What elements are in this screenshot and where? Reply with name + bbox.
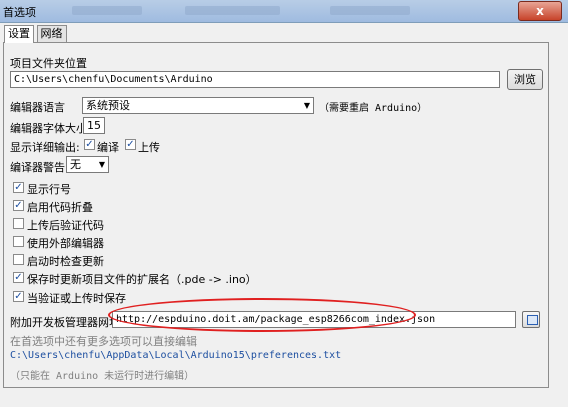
- blurred-title-region: [330, 6, 410, 15]
- verbose-compile-checkbox[interactable]: ✓: [84, 139, 95, 150]
- option-label: 保存时更新项目文件的扩展名（.pde -> .ino）: [27, 273, 257, 286]
- verbose-output-label: 显示详细输出:: [10, 141, 80, 154]
- verbose-upload-checkbox[interactable]: ✓: [125, 139, 136, 150]
- show-line-numbers-checkbox[interactable]: ✓: [13, 182, 24, 193]
- update-extension-checkbox[interactable]: ✓: [13, 272, 24, 283]
- option-label: 上传后验证代码: [27, 219, 104, 232]
- option-label: 使用外部编辑器: [27, 237, 104, 250]
- tab-network[interactable]: 网络: [36, 25, 67, 42]
- sketchbook-path-input[interactable]: C:\Users\chenfu\Documents\Arduino: [10, 71, 500, 88]
- save-on-verify-checkbox[interactable]: ✓: [13, 291, 24, 302]
- edit-hint: （只能在 Arduino 未运行时进行编辑）: [10, 371, 195, 382]
- board-manager-url-input[interactable]: http://espduino.doit.am/package_esp8266c…: [112, 311, 516, 328]
- sketchbook-location-label: 项目文件夹位置: [10, 57, 87, 70]
- editor-language-label: 编辑器语言: [10, 101, 65, 114]
- browse-button[interactable]: 浏览: [507, 69, 543, 90]
- preferences-file-path[interactable]: C:\Users\chenfu\AppData\Local\Arduino15\…: [10, 350, 341, 361]
- editor-language-value: 系统预设: [86, 99, 130, 112]
- external-editor-checkbox[interactable]: [13, 236, 24, 247]
- more-options-note: 在首选项中还有更多选项可以直接编辑: [10, 335, 197, 348]
- option-label: 当验证或上传时保存: [27, 292, 126, 305]
- editor-language-select[interactable]: 系统预设 ▼: [82, 97, 314, 114]
- option-label: 启用代码折叠: [27, 201, 93, 214]
- board-manager-url-label: 附加开发板管理器网址: [10, 316, 120, 329]
- option-label: 启动时检查更新: [27, 255, 104, 268]
- restart-required-note: （需要重启 Arduino）: [319, 103, 428, 114]
- close-button[interactable]: x: [518, 1, 562, 21]
- compiler-warnings-value: 无: [70, 158, 81, 171]
- verbose-compile-label: 编译: [97, 141, 119, 154]
- blurred-title-region: [72, 6, 142, 15]
- check-updates-checkbox[interactable]: [13, 254, 24, 265]
- close-icon: x: [536, 4, 544, 18]
- window-title: 首选项: [3, 6, 36, 19]
- compiler-warnings-select[interactable]: 无 ▼: [66, 156, 109, 173]
- chevron-down-icon: ▼: [303, 101, 310, 110]
- window-icon: [527, 315, 538, 325]
- title-bar: 首选项 x: [0, 0, 568, 23]
- tab-bar: 设置 网络: [4, 25, 67, 43]
- tab-settings[interactable]: 设置: [4, 25, 34, 43]
- option-label: 显示行号: [27, 183, 71, 196]
- code-folding-checkbox[interactable]: ✓: [13, 200, 24, 211]
- font-size-input[interactable]: 15: [83, 117, 105, 134]
- edit-urls-button[interactable]: [522, 311, 540, 328]
- blurred-title-region: [185, 6, 280, 15]
- verify-after-upload-checkbox[interactable]: [13, 218, 24, 229]
- compiler-warnings-label: 编译器警告:: [10, 161, 69, 174]
- font-size-label: 编辑器字体大小: [10, 122, 87, 135]
- chevron-down-icon: ▼: [98, 160, 105, 169]
- verbose-upload-label: 上传: [138, 141, 160, 154]
- settings-panel: 项目文件夹位置 C:\Users\chenfu\Documents\Arduin…: [3, 42, 549, 388]
